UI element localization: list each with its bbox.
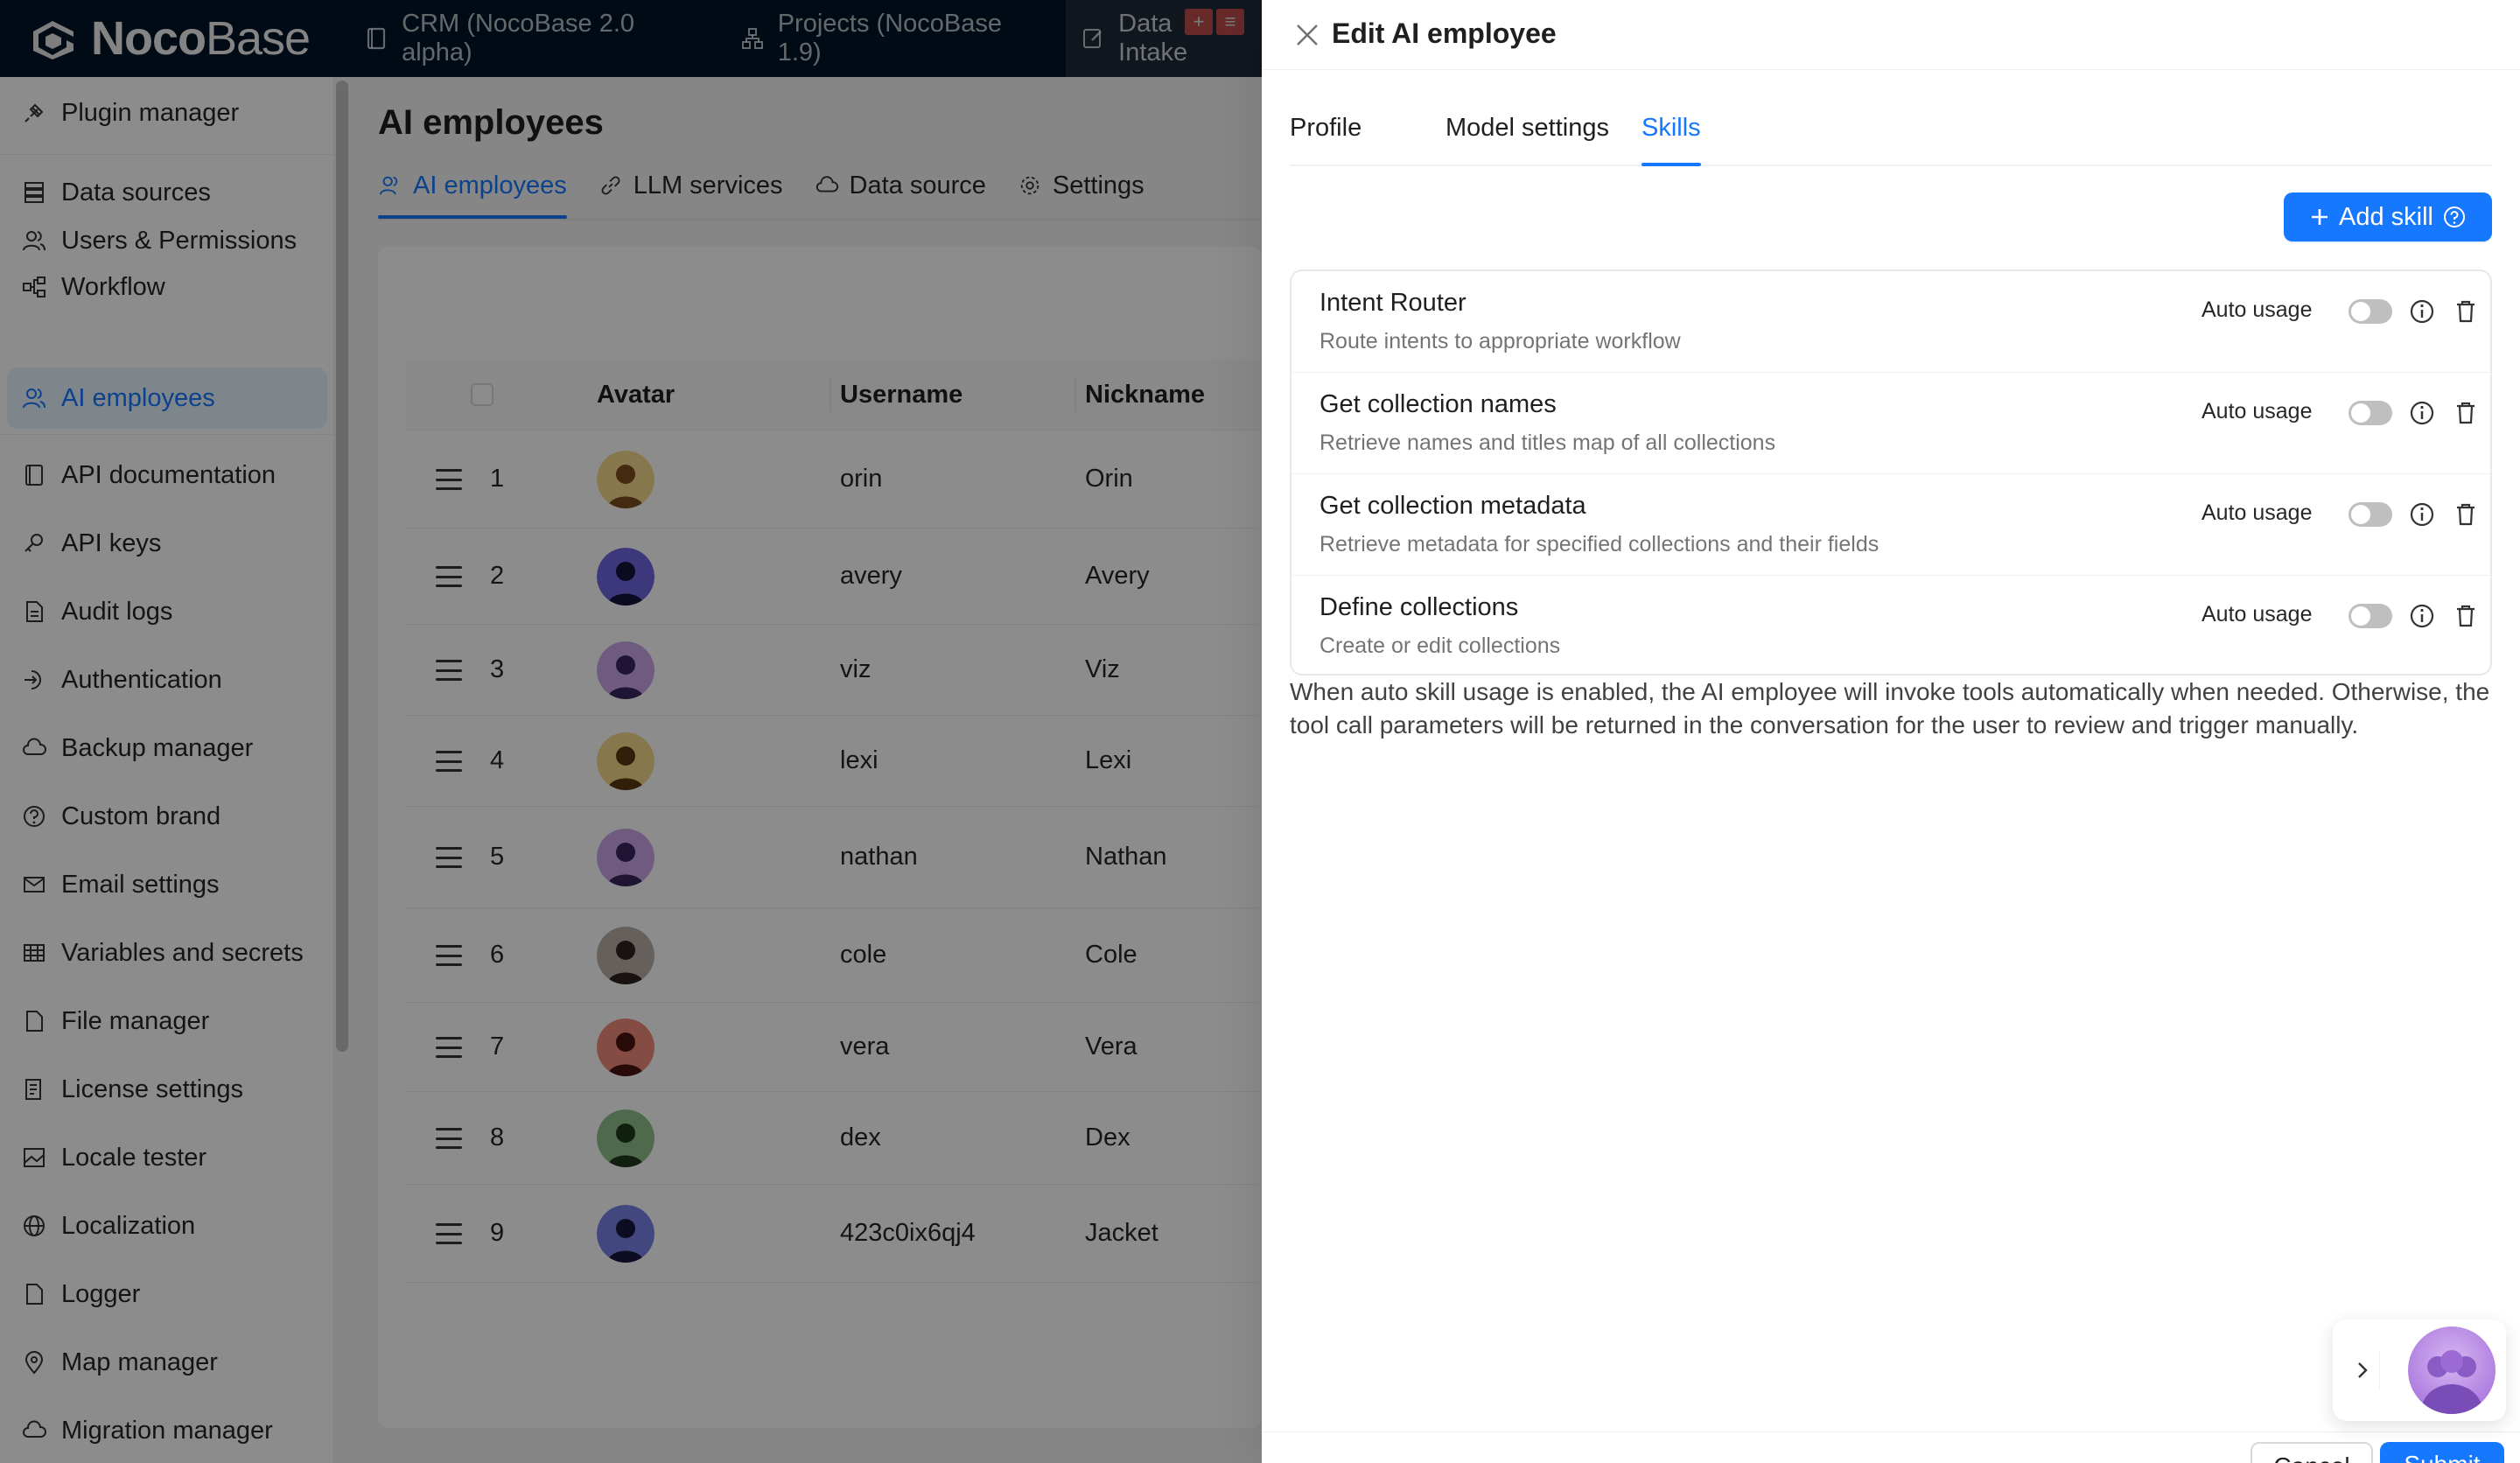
skill-title: Get collection names — [1320, 390, 1557, 418]
skills-list: Intent Router Route intents to appropriat… — [1290, 270, 2492, 676]
drawer-tabs: Profile Model settings Skills — [1290, 96, 2492, 166]
auto-usage-switch[interactable] — [2348, 502, 2392, 527]
info-circle-icon[interactable] — [2408, 298, 2436, 326]
auto-usage-switch[interactable] — [2348, 401, 2392, 425]
skill-description: Route intents to appropriate workflow — [1320, 329, 1681, 354]
tab-skills[interactable]: Skills — [1642, 114, 1701, 143]
add-skill-button[interactable]: Add skill — [2284, 192, 2492, 242]
drawer-header: Edit AI employee — [1262, 0, 2520, 70]
edit-ai-employee-drawer: Edit AI employee Profile Model settings … — [1262, 0, 2520, 1463]
skill-item: Intent Router Route intents to appropriat… — [1292, 271, 2490, 373]
cancel-button[interactable]: Cancel — [2250, 1442, 2373, 1463]
submit-button[interactable]: Submit — [2380, 1442, 2504, 1463]
skill-description: Retrieve metadata for specified collecti… — [1320, 532, 1880, 556]
info-circle-icon[interactable] — [2408, 602, 2436, 630]
switch-knob — [2351, 505, 2370, 524]
skill-description: Create or edit collections — [1320, 634, 1561, 658]
help-circle-icon[interactable] — [2442, 205, 2467, 229]
drawer-overlay-mask[interactable] — [0, 0, 1262, 1463]
add-skill-label: Add skill — [2339, 202, 2433, 231]
tab-profile[interactable]: Profile — [1290, 114, 1362, 143]
trash-icon[interactable] — [2452, 602, 2480, 630]
ai-assistant-float[interactable] — [2333, 1320, 2506, 1421]
drawer-title: Edit AI employee — [1332, 18, 1557, 49]
ai-employees-avatar[interactable] — [2408, 1326, 2496, 1414]
info-circle-icon[interactable] — [2408, 500, 2436, 528]
tab-model-settings[interactable]: Model settings — [1446, 114, 1609, 143]
trash-icon[interactable] — [2452, 399, 2480, 427]
trash-icon[interactable] — [2452, 298, 2480, 326]
active-tab-ink — [1642, 163, 1701, 166]
skill-description: Retrieve names and titles map of all col… — [1320, 430, 1776, 455]
skill-title: Get collection metadata — [1320, 492, 1586, 520]
auto-usage-label: Auto usage — [2202, 399, 2313, 424]
skill-item: Get collection names Retrieve names and t… — [1292, 373, 2490, 474]
auto-usage-label: Auto usage — [2202, 602, 2313, 626]
auto-usage-label: Auto usage — [2202, 298, 2313, 322]
close-icon[interactable] — [1292, 19, 1323, 51]
skill-title: Define collections — [1320, 593, 1519, 621]
switch-knob — [2351, 302, 2370, 321]
plus-icon — [2312, 209, 2328, 225]
auto-usage-hint: When auto skill usage is enabled, the AI… — [1290, 678, 2490, 738]
auto-usage-switch[interactable] — [2348, 604, 2392, 628]
chevron-right-icon[interactable] — [2345, 1351, 2380, 1390]
switch-knob — [2351, 606, 2370, 626]
skill-item: Define collections Create or edit collect… — [1292, 576, 2490, 677]
auto-usage-label: Auto usage — [2202, 500, 2313, 525]
trash-icon[interactable] — [2452, 500, 2480, 528]
switch-knob — [2351, 403, 2370, 423]
auto-usage-switch[interactable] — [2348, 299, 2392, 324]
skill-title: Intent Router — [1320, 289, 1466, 317]
info-circle-icon[interactable] — [2408, 399, 2436, 427]
skill-item: Get collection metadata Retrieve metadata… — [1292, 474, 2490, 576]
